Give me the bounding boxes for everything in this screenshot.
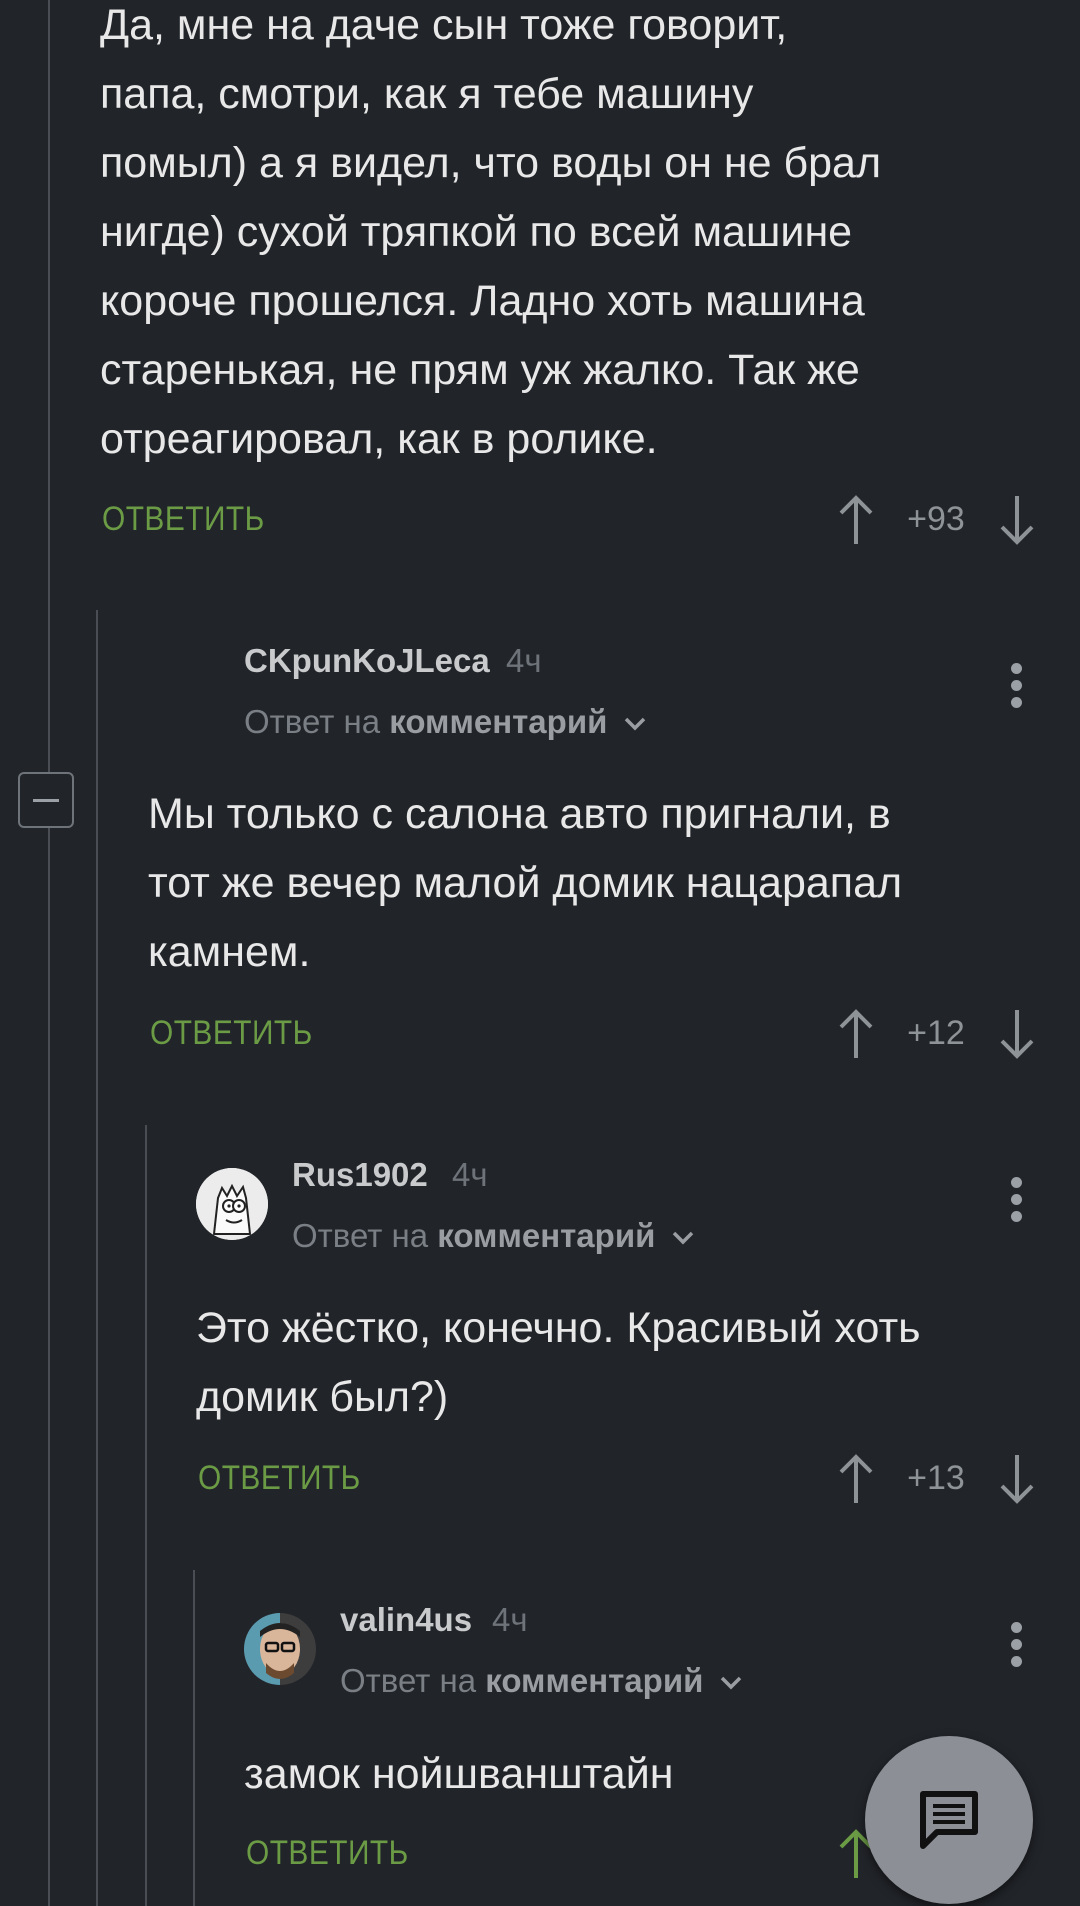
reply-button[interactable]: ОТВЕТИТЬ bbox=[150, 1014, 313, 1053]
author-name[interactable]: valin4us bbox=[340, 1601, 472, 1639]
reply-button[interactable]: ОТВЕТИТЬ bbox=[198, 1459, 361, 1498]
reply-button[interactable]: ОТВЕТИТЬ bbox=[102, 500, 265, 539]
comment-text: замок нойшванштайн bbox=[244, 1750, 674, 1798]
chevron-down-icon bbox=[624, 718, 645, 731]
reply-to-target: комментарий bbox=[485, 1662, 704, 1699]
rating-value: +93 bbox=[907, 500, 965, 538]
reply-to-link[interactable]: Ответ на комментарий bbox=[244, 703, 647, 741]
comment-time: 4ч bbox=[492, 1601, 528, 1638]
collapse-thread-button[interactable] bbox=[18, 772, 74, 828]
reply-to-target: комментарий bbox=[437, 1217, 656, 1254]
reply-to-link[interactable]: Ответ на комментарий bbox=[340, 1662, 743, 1700]
reply-button[interactable]: ОТВЕТИТЬ bbox=[246, 1834, 409, 1873]
reply-to-prefix: Ответ на bbox=[244, 703, 381, 740]
avatar[interactable] bbox=[196, 1168, 268, 1240]
thread-line-level-1 bbox=[48, 0, 50, 772]
reply-to-prefix: Ответ на bbox=[292, 1217, 429, 1254]
avatar-image bbox=[196, 1168, 268, 1240]
comment-icon bbox=[920, 1791, 978, 1849]
comment-fab-button[interactable] bbox=[865, 1736, 1033, 1904]
rating-value: +12 bbox=[907, 1014, 965, 1052]
arrow-up-icon[interactable] bbox=[836, 1453, 876, 1505]
chevron-down-icon bbox=[720, 1677, 741, 1690]
thread-line-level-1 bbox=[48, 828, 50, 1906]
more-vertical-icon[interactable] bbox=[1011, 1177, 1023, 1223]
thread-line-level-2 bbox=[96, 610, 98, 1906]
arrow-down-icon[interactable] bbox=[997, 1453, 1037, 1505]
arrow-down-icon[interactable] bbox=[997, 494, 1037, 546]
comment-time: 4ч bbox=[452, 1156, 488, 1193]
comment-text: Да, мне на даче сын тоже говорит, папа, … bbox=[100, 1, 882, 463]
arrow-up-icon[interactable] bbox=[836, 494, 876, 546]
rating-value: +13 bbox=[907, 1459, 965, 1497]
comment-time: 4ч bbox=[506, 642, 542, 679]
comment-text: Это жёстко, конечно. Красивый хоть домик… bbox=[196, 1304, 921, 1421]
thread-line-level-4 bbox=[193, 1570, 195, 1906]
avatar-image bbox=[244, 1613, 316, 1685]
author-name[interactable]: Rus1902 bbox=[292, 1156, 428, 1194]
reply-to-target: комментарий bbox=[389, 703, 608, 740]
avatar[interactable] bbox=[244, 1613, 316, 1685]
more-vertical-icon[interactable] bbox=[1011, 1622, 1023, 1668]
more-vertical-icon[interactable] bbox=[1011, 663, 1023, 709]
reply-to-link[interactable]: Ответ на комментарий bbox=[292, 1217, 695, 1255]
reply-to-prefix: Ответ на bbox=[340, 1662, 477, 1699]
chevron-down-icon bbox=[672, 1232, 693, 1245]
arrow-down-icon[interactable] bbox=[997, 1008, 1037, 1060]
comment-text: Мы только с салона авто пригнали, в тот … bbox=[148, 790, 903, 976]
arrow-up-icon[interactable] bbox=[836, 1008, 876, 1060]
comments-page: Да, мне на даче сын тоже говорит, папа, … bbox=[0, 0, 1080, 1906]
author-name[interactable]: CKpunKoJLeca bbox=[244, 642, 490, 680]
thread-line-level-3 bbox=[145, 1125, 147, 1906]
